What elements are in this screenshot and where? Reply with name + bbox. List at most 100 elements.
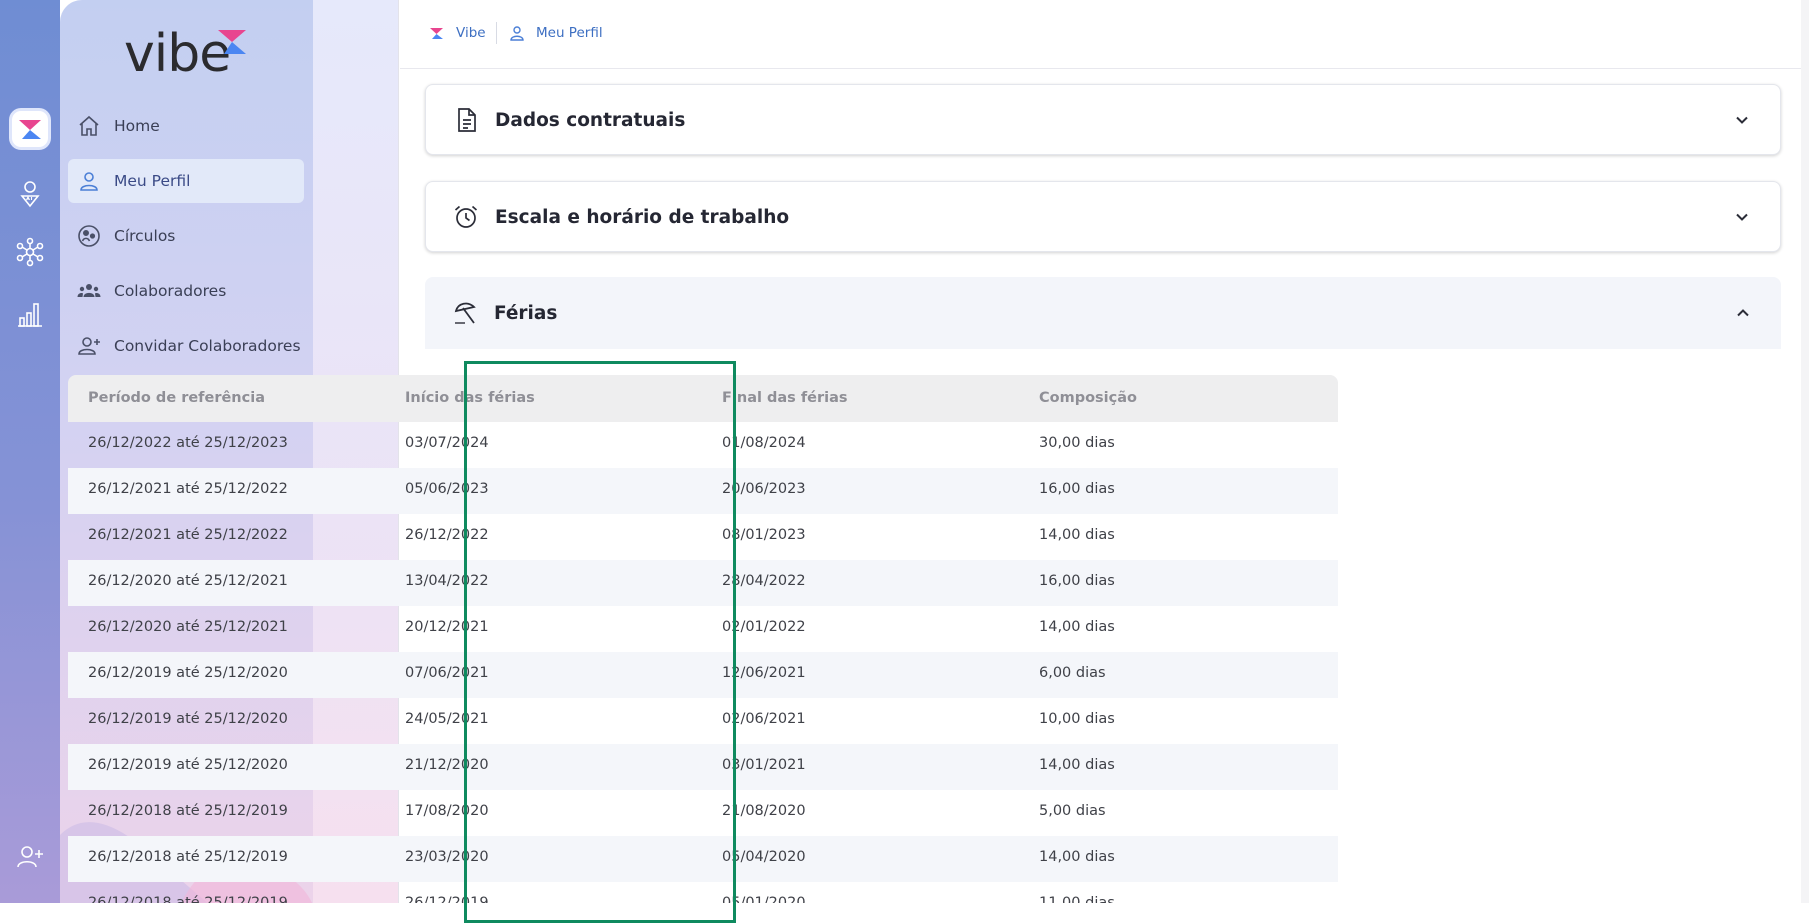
panel-title: Férias: [494, 302, 558, 324]
rail-ai-button[interactable]: [9, 172, 51, 214]
cell-end: 02/06/2021: [722, 711, 806, 727]
table-header: Período de referência Início das férias …: [68, 375, 1338, 422]
cell-period: 26/12/2019 até 25/12/2020: [88, 711, 288, 727]
cell-end: 28/04/2022: [722, 573, 806, 589]
chevron-up-icon[interactable]: [1735, 305, 1751, 321]
add-user-icon: [17, 846, 43, 868]
sidebar-item-label: Círculos: [114, 227, 176, 245]
cell-end: 12/06/2021: [722, 665, 806, 681]
cell-end: 03/01/2021: [722, 757, 806, 773]
cell-period: 26/12/2021 até 25/12/2022: [88, 481, 288, 497]
sidebar-item-label: Colaboradores: [114, 282, 227, 300]
panel-dados-contratuais[interactable]: Dados contratuais: [425, 84, 1781, 155]
column-header[interactable]: Composição: [1039, 390, 1137, 406]
vacation-table: Período de referência Início das férias …: [68, 375, 1338, 907]
breadcrumb-label: Meu Perfil: [536, 25, 603, 41]
column-header[interactable]: Início das férias: [405, 390, 535, 406]
bar-chart-icon: [18, 303, 42, 327]
cell-period: 26/12/2020 até 25/12/2021: [88, 619, 288, 635]
cell-start: 05/06/2023: [405, 481, 489, 497]
cell-period: 26/12/2021 até 25/12/2022: [88, 527, 288, 543]
cell-end: 02/01/2022: [722, 619, 806, 635]
sidebar-item-home[interactable]: Home: [68, 104, 304, 148]
scrollbar[interactable]: [1801, 0, 1809, 903]
sidebar-item-label: Home: [114, 117, 160, 135]
cell-composition: 14,00 dias: [1039, 849, 1115, 865]
table-row: 26/12/2022 até 25/12/2023 03/07/2024 01/…: [68, 422, 1338, 468]
cell-start: 17/08/2020: [405, 803, 489, 819]
cell-start: 21/12/2020: [405, 757, 489, 773]
cell-composition: 14,00 dias: [1039, 757, 1115, 773]
cell-start: 20/12/2021: [405, 619, 489, 635]
panel-title: Escala e horário de trabalho: [495, 206, 790, 228]
table-row: 26/12/2018 até 25/12/2019 23/03/2020 05/…: [68, 836, 1338, 882]
table-body: 26/12/2022 até 25/12/2023 03/07/2024 01/…: [68, 422, 1338, 907]
sidebar-item-label: Meu Perfil: [114, 172, 191, 190]
document-icon: [458, 108, 476, 132]
cell-composition: 14,00 dias: [1039, 527, 1115, 543]
sidebar-item-convidar[interactable]: Convidar Colaboradores: [68, 324, 304, 368]
rail-vibe-logo-button[interactable]: [9, 108, 51, 150]
icon-rail: [0, 0, 60, 903]
column-header[interactable]: Final das férias: [722, 390, 848, 406]
rail-add-user-button[interactable]: [9, 836, 51, 878]
cell-period: 26/12/2020 até 25/12/2021: [88, 573, 288, 589]
cell-start: 03/07/2024: [405, 435, 489, 451]
cell-composition: 16,00 dias: [1039, 573, 1115, 589]
cell-composition: 6,00 dias: [1039, 665, 1106, 681]
cell-start: 26/12/2022: [405, 527, 489, 543]
cell-composition: 16,00 dias: [1039, 481, 1115, 497]
panel-escala-horario[interactable]: Escala e horário de trabalho: [425, 181, 1781, 252]
breadcrumb-meu-perfil[interactable]: Meu Perfil: [508, 22, 603, 44]
cell-start: 24/05/2021: [405, 711, 489, 727]
rail-analytics-button[interactable]: [9, 293, 51, 335]
ai-person-icon: [20, 181, 40, 208]
table-row: 26/12/2020 até 25/12/2021 13/04/2022 28/…: [68, 560, 1338, 606]
sidebar-item-label: Convidar Colaboradores: [114, 337, 301, 355]
panel-header[interactable]: Dados contratuais: [426, 85, 1780, 155]
panel-header[interactable]: Escala e horário de trabalho: [426, 182, 1780, 252]
cell-composition: 10,00 dias: [1039, 711, 1115, 727]
table-row: 26/12/2020 até 25/12/2021 20/12/2021 02/…: [68, 606, 1338, 652]
cell-period: 26/12/2018 até 25/12/2019: [88, 849, 288, 865]
vibe-logo-icon: [19, 120, 41, 139]
cell-composition: 30,00 dias: [1039, 435, 1115, 451]
network-icon: [16, 237, 44, 267]
table-row: 26/12/2018 até 25/12/2019 17/08/2020 21/…: [68, 790, 1338, 836]
table-row: 26/12/2019 até 25/12/2020 07/06/2021 12/…: [68, 652, 1338, 698]
cell-composition: 14,00 dias: [1039, 619, 1115, 635]
sidebar-item-circulos[interactable]: Círculos: [68, 214, 304, 258]
person-icon: [510, 26, 524, 41]
cell-composition: 5,00 dias: [1039, 803, 1106, 819]
panel-title: Dados contratuais: [495, 109, 686, 131]
rail-network-button[interactable]: [9, 231, 51, 273]
beach-umbrella-icon: [454, 302, 476, 324]
panel-header[interactable]: Férias: [425, 277, 1781, 349]
breadcrumb-label: Vibe: [456, 25, 486, 41]
alarm-clock-icon: [454, 205, 478, 228]
cell-end: 08/01/2023: [722, 527, 806, 543]
vibe-logo-icon: [430, 28, 443, 39]
viewport-bottom: [0, 903, 1817, 923]
top-bar: Vibe Meu Perfil: [400, 0, 1809, 69]
brand-logo[interactable]: vibe: [124, 24, 264, 84]
table-row: 26/12/2019 até 25/12/2020 21/12/2020 03/…: [68, 744, 1338, 790]
app-window: vibe Home Meu Perfil Círculos Colaborado…: [0, 0, 1817, 923]
cell-period: 26/12/2022 até 25/12/2023: [88, 435, 288, 451]
table-row: 26/12/2021 até 25/12/2022 05/06/2023 20/…: [68, 468, 1338, 514]
breadcrumb-vibe[interactable]: Vibe: [428, 22, 486, 44]
person-icon: [80, 172, 98, 191]
cell-period: 26/12/2019 até 25/12/2020: [88, 665, 288, 681]
sidebar-item-colaboradores[interactable]: Colaboradores: [68, 269, 304, 313]
cell-end: 01/08/2024: [722, 435, 806, 451]
chevron-down-icon[interactable]: [1734, 112, 1750, 128]
cell-period: 26/12/2018 até 25/12/2019: [88, 803, 288, 819]
chevron-down-icon[interactable]: [1734, 209, 1750, 225]
table-row: 26/12/2019 até 25/12/2020 24/05/2021 02/…: [68, 698, 1338, 744]
cell-end: 20/06/2023: [722, 481, 806, 497]
sidebar-item-meu-perfil[interactable]: Meu Perfil: [68, 159, 304, 203]
cell-start: 13/04/2022: [405, 573, 489, 589]
cell-end: 21/08/2020: [722, 803, 806, 819]
cell-end: 05/04/2020: [722, 849, 806, 865]
column-header[interactable]: Período de referência: [88, 390, 265, 406]
